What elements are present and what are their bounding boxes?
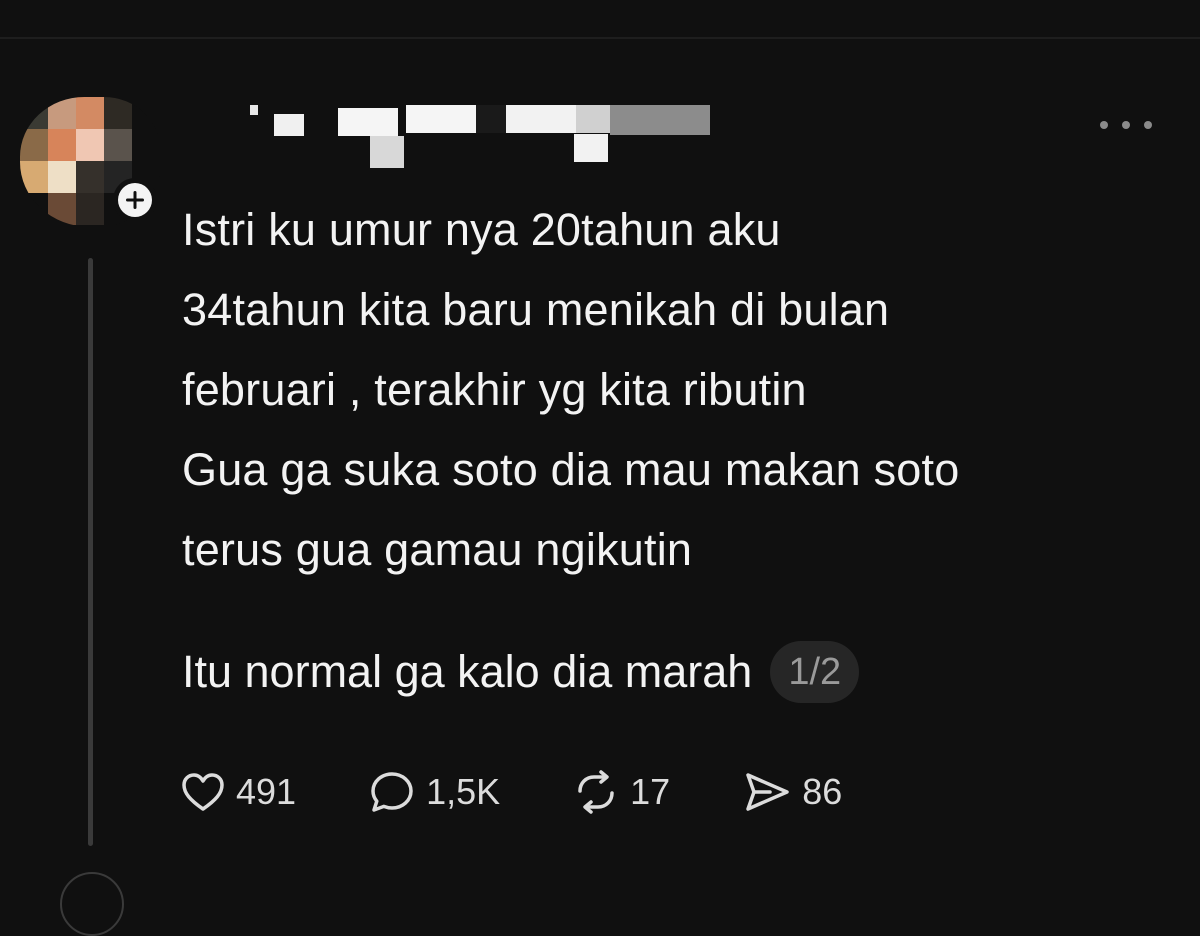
post-line: 34tahun kita baru menikah di bulan — [182, 284, 890, 335]
reply-count: 1,5K — [426, 771, 501, 812]
share-count: 86 — [802, 771, 843, 812]
action-bar: 491 1,5K 17 86 — [180, 760, 914, 824]
share-button[interactable]: 86 — [742, 770, 842, 814]
post-line: Gua ga suka soto dia mau makan soto — [182, 444, 960, 495]
post-text: Istri ku umur nya 20tahun aku 34tahun ki… — [182, 190, 1182, 590]
follow-button[interactable] — [113, 178, 157, 222]
plus-icon — [126, 191, 144, 209]
repost-arrows-icon — [578, 770, 614, 814]
thread-line — [88, 258, 93, 846]
heart-icon — [182, 773, 224, 811]
post-last-line: Itu normal ga kalo dia marah 1/2 — [182, 632, 860, 712]
repost-button[interactable]: 17 — [572, 769, 670, 815]
repost-count: 17 — [630, 771, 671, 812]
speech-bubble-icon — [371, 772, 413, 812]
send-arrow-icon — [746, 773, 789, 811]
post-line: Istri ku umur nya 20tahun aku — [182, 204, 781, 255]
top-divider — [0, 37, 1200, 39]
like-button[interactable]: 491 — [180, 771, 296, 813]
post-line: februari , terakhir yg kita ributin — [182, 364, 807, 415]
username-redacted[interactable] — [240, 100, 720, 170]
page-indicator-badge[interactable]: 1/2 — [770, 641, 860, 703]
post-question: Itu normal ga kalo dia marah — [182, 646, 753, 697]
reply-button[interactable]: 1,5K — [368, 769, 500, 815]
next-post-avatar[interactable] — [60, 872, 124, 936]
post-line: terus gua gamau ngikutin — [182, 524, 693, 575]
more-horizontal-icon[interactable] — [1100, 110, 1152, 140]
like-count: 491 — [236, 771, 297, 812]
